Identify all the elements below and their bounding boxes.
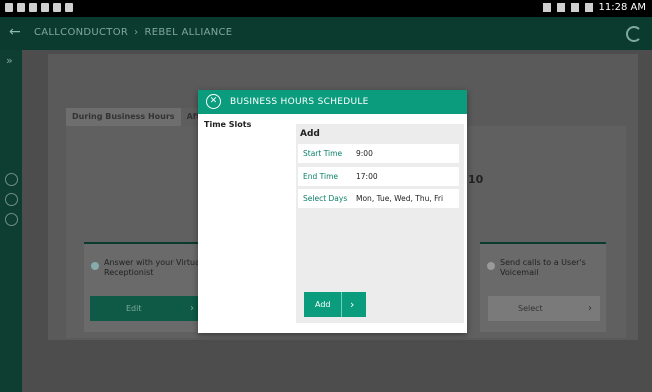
option-label: Send calls to a User's Voicemail	[500, 258, 586, 277]
battery-icon	[584, 3, 593, 12]
select-days-value: Mon, Tue, Wed, Thu, Fri	[356, 194, 444, 203]
phone-icon[interactable]	[5, 173, 18, 186]
list-icon[interactable]	[5, 213, 18, 226]
breadcrumb-item-callconductor[interactable]: CALLCONDUCTOR	[34, 27, 128, 38]
end-time-value: 17:00	[356, 172, 378, 181]
notification-icon	[17, 3, 25, 12]
modal-title: BUSINESS HOURS SCHEDULE	[230, 97, 369, 107]
end-time-field[interactable]: End Time 17:00	[298, 167, 459, 186]
notification-icon	[5, 3, 13, 12]
radio-icon	[91, 262, 99, 270]
button-divider	[341, 292, 342, 317]
bluetooth-icon	[542, 3, 551, 12]
time-slots-label: Time Slots	[204, 120, 252, 129]
wifi-icon	[556, 3, 565, 12]
start-time-field[interactable]: Start Time 9:00	[298, 144, 459, 163]
notification-icon	[65, 3, 73, 12]
option-label: Answer with your Virtual Receptionist	[104, 258, 203, 277]
chevron-right-icon: ›	[190, 303, 194, 314]
option-card-receptionist: Answer with your Virtual Receptionist Ed…	[84, 242, 214, 332]
add-button-label: Add	[315, 300, 331, 309]
system-indicators: 11:28 AM	[542, 2, 646, 13]
app-bar: ← CALLCONDUCTOR › REBEL ALLIANCE	[0, 17, 652, 50]
start-time-value: 9:00	[356, 149, 373, 158]
radio-icon	[487, 262, 495, 270]
user-icon[interactable]	[5, 193, 18, 206]
chevron-right-icon: ›	[350, 298, 355, 311]
notification-icon	[53, 3, 61, 12]
clock: 11:28 AM	[598, 2, 646, 13]
notification-icon	[41, 3, 49, 12]
breadcrumb-item-rebel-alliance[interactable]: REBEL ALLIANCE	[144, 27, 232, 38]
tab-during-business-hours: During Business Hours	[66, 108, 181, 126]
start-time-label: Start Time	[303, 149, 343, 158]
select-days-label: Select Days	[303, 194, 348, 203]
background-number: 10	[468, 173, 484, 186]
refresh-icon[interactable]	[626, 26, 642, 42]
breadcrumb-separator: ›	[134, 27, 139, 38]
expand-sidebar-icon[interactable]: »	[6, 54, 13, 67]
signal-icon	[570, 3, 579, 12]
breadcrumb: CALLCONDUCTOR › REBEL ALLIANCE	[34, 27, 232, 38]
notification-icon	[29, 3, 37, 12]
close-icon[interactable]: ✕	[206, 94, 221, 109]
business-hours-modal: ✕ BUSINESS HOURS SCHEDULE Time Slots Add…	[198, 90, 467, 333]
end-time-label: End Time	[303, 172, 338, 181]
status-bar: 11:28 AM	[0, 0, 652, 17]
select-button: Select ›	[488, 296, 600, 321]
option-card-voicemail: Send calls to a User's Voicemail Select …	[480, 242, 606, 332]
arrow-left-icon[interactable]: ←	[9, 24, 21, 40]
add-button[interactable]: Add ›	[304, 292, 366, 317]
notification-icons	[5, 3, 73, 12]
select-button-label: Select	[518, 304, 543, 313]
select-days-field[interactable]: Select Days Mon, Tue, Wed, Thu, Fri	[298, 189, 459, 208]
chevron-right-icon: ›	[588, 303, 592, 314]
modal-header: ✕ BUSINESS HOURS SCHEDULE	[198, 90, 467, 114]
edit-button-label: Edit	[126, 304, 142, 313]
edit-button: Edit ›	[90, 296, 202, 321]
form-title: Add	[300, 129, 320, 139]
sidebar: »	[0, 50, 22, 392]
